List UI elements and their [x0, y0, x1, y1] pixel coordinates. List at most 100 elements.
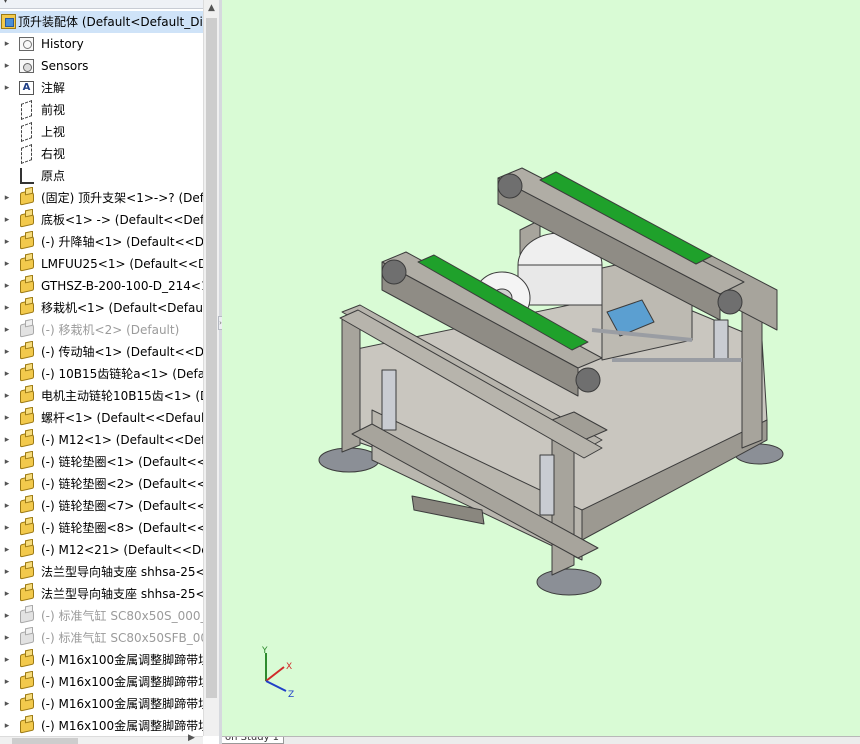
tree-item[interactable]: ▸ 螺杆<1> (Default<<Default>	[0, 407, 203, 429]
tree-item[interactable]: ▸ (-) M12<21> (Default<<Def	[0, 539, 203, 561]
expand-arrow-icon[interactable]: ▸	[2, 187, 12, 209]
hscrollbar-thumb[interactable]	[12, 738, 78, 744]
tree-item-label: (-) 链轮垫圈<2> (Default<<D	[41, 477, 203, 491]
tree-item[interactable]: ▸ 法兰型导向轴支座 shhsa-25<	[0, 583, 203, 605]
part-icon	[18, 497, 36, 514]
sprocket	[381, 259, 407, 285]
expand-arrow-icon[interactable]: ▸	[2, 495, 12, 517]
tree-item[interactable]: ▸ (-) 移栽机<2> (Default)	[0, 319, 203, 341]
tree-item[interactable]: ▸ 法兰型导向轴支座 shhsa-25<	[0, 561, 203, 583]
tree-item[interactable]: ▸ (-) 10B15齿链轮a<1> (Defau	[0, 363, 203, 385]
tree-horizontal-scrollbar[interactable]: ▶	[0, 733, 203, 744]
tree-item[interactable]: ▸ (-) M16x100金属调整脚蹄带垃	[0, 715, 203, 737]
expand-arrow-icon[interactable]: ▸	[2, 319, 12, 341]
expand-arrow-icon[interactable]: ▸	[2, 583, 12, 605]
part-icon	[18, 453, 36, 470]
tree-item[interactable]: ▸ 电机主动链轮10B15齿<1> (D	[0, 385, 203, 407]
tree-item-label: (-) M16x100金属调整脚蹄带垃	[41, 653, 203, 667]
plane-icon	[18, 121, 36, 143]
tree-item[interactable]: ▸ (-) 链轮垫圈<8> (Default<<D	[0, 517, 203, 539]
expand-arrow-icon[interactable]: ▸	[2, 341, 12, 363]
expand-arrow-icon[interactable]: ▸	[2, 55, 12, 77]
expand-arrow-icon[interactable]: ▸	[2, 253, 12, 275]
expand-arrow-icon[interactable]: ▸	[2, 715, 12, 737]
tree-item[interactable]: ▸ (-) 链轮垫圈<1> (Default<<D	[0, 451, 203, 473]
tree-item[interactable]: ▸ (-) 标准气缸 SC80x50S_000_<	[0, 605, 203, 627]
part-icon	[18, 519, 36, 536]
tree-item[interactable]: ▸ (-) 升降轴<1> (Default<<De	[0, 231, 203, 253]
part-icon	[18, 211, 36, 228]
expand-arrow-icon[interactable]: ▸	[2, 33, 12, 55]
tree-item[interactable]: ▸ Sensors	[0, 55, 203, 77]
tree-item[interactable]: ▸ (-) M16x100金属调整脚蹄带垃	[0, 671, 203, 693]
expand-arrow-icon[interactable]: ▸	[2, 297, 12, 319]
tree-filter-bar[interactable]: ▾	[0, 0, 203, 9]
tree-item-label: 移栽机<1> (Default<Default_	[41, 301, 203, 315]
expand-arrow-icon[interactable]: ▸	[2, 539, 12, 561]
tree-item[interactable]: ▸ (-) 链轮垫圈<2> (Default<<D	[0, 473, 203, 495]
part-icon	[18, 563, 36, 580]
part-icon	[18, 607, 36, 624]
tree-item-label: 前视	[41, 103, 66, 117]
expand-arrow-icon[interactable]: ▸	[2, 693, 12, 715]
tree-item[interactable]: ▸ (-) M16x100金属调整脚蹄带垃	[0, 693, 203, 715]
expand-arrow-icon[interactable]: ▸	[2, 77, 12, 99]
tree-item[interactable]: ▸ (-) 标准气缸 SC80x50SFB_000	[0, 627, 203, 649]
tree-item-label: 法兰型导向轴支座 shhsa-25<	[41, 565, 203, 579]
expand-arrow-icon[interactable]: ▸	[2, 473, 12, 495]
tree-item[interactable]: ▸ (固定) 顶升支架<1>->? (Defa	[0, 187, 203, 209]
filter-icon[interactable]: ▾	[3, 0, 8, 6]
expand-arrow-icon[interactable]: ▸	[2, 363, 12, 385]
expand-arrow-icon[interactable]: ▸	[2, 451, 12, 473]
expand-arrow-icon[interactable]: ▸	[2, 605, 12, 627]
expand-arrow-icon[interactable]: ▸	[2, 385, 12, 407]
tree-item-label: (-) 传动轴<1> (Default<<De	[41, 345, 203, 359]
guide-shaft	[539, 454, 555, 516]
tree-vertical-scrollbar[interactable]: ▲	[203, 0, 219, 736]
expand-arrow-icon[interactable]: ▸	[2, 517, 12, 539]
tree-item[interactable]: ▸ LMFUU25<1> (Default<<De	[0, 253, 203, 275]
tree-item[interactable]: ▸ (-) M16x100金属调整脚蹄带垃	[0, 649, 203, 671]
tree-item[interactable]: ▸ A 注解	[0, 77, 203, 99]
tree-list: 顶升装配体 (Default<Default_Dis ▸ History ▸ Sens…	[0, 11, 203, 737]
triad-x-label: X	[286, 662, 292, 672]
study-tab[interactable]: on Study 1	[222, 737, 285, 744]
assembly-model[interactable]	[222, 0, 860, 736]
expand-arrow-icon[interactable]: ▸	[2, 209, 12, 231]
tree-item[interactable]: 右视	[0, 143, 203, 165]
expand-arrow-icon[interactable]: ▸	[2, 627, 12, 649]
tree-item[interactable]: ▸ (-) 传动轴<1> (Default<<De	[0, 341, 203, 363]
orientation-triad[interactable]: Y X Z	[250, 645, 300, 700]
expand-arrow-icon[interactable]: ▸	[2, 671, 12, 693]
part-icon	[18, 255, 36, 272]
graphics-viewport[interactable]: Y X Z	[222, 0, 860, 736]
scroll-up-icon[interactable]: ▲	[204, 0, 219, 16]
scrollbar-thumb[interactable]	[206, 18, 217, 698]
scroll-right-icon[interactable]: ▶	[188, 733, 195, 743]
expand-arrow-icon[interactable]: ▸	[2, 407, 12, 429]
sensors-icon	[18, 58, 36, 74]
tree-root-assembly[interactable]: 顶升装配体 (Default<Default_Dis	[0, 11, 203, 33]
expand-arrow-icon[interactable]: ▸	[2, 649, 12, 671]
tree-item[interactable]: ▸ 底板<1> -> (Default<<Defa	[0, 209, 203, 231]
tree-item[interactable]: ▸ History	[0, 33, 203, 55]
tree-item[interactable]: ▸ (-) 链轮垫圈<7> (Default<<D	[0, 495, 203, 517]
expand-arrow-icon[interactable]: ▸	[2, 275, 12, 297]
tree-item-label: (固定) 顶升支架<1>->? (Defa	[41, 191, 203, 205]
tree-item-label: 电机主动链轮10B15齿<1> (D	[41, 389, 203, 403]
tree-item[interactable]: ▸ 移栽机<1> (Default<Default_	[0, 297, 203, 319]
tree-item[interactable]: 原点	[0, 165, 203, 187]
tree-item[interactable]: ▸ GTHSZ-B-200-100-D_214<1	[0, 275, 203, 297]
expand-arrow-icon[interactable]: ▸	[2, 231, 12, 253]
guide-shaft	[713, 319, 729, 361]
part-icon	[18, 343, 36, 360]
history-icon	[18, 36, 36, 52]
tree-item[interactable]: ▸ (-) M12<1> (Default<<Defa	[0, 429, 203, 451]
part-icon	[18, 233, 36, 250]
triad-z-label: Z	[288, 690, 294, 700]
tree-item[interactable]: 前视	[0, 99, 203, 121]
expand-arrow-icon[interactable]: ▸	[2, 429, 12, 451]
tree-item[interactable]: 上视	[0, 121, 203, 143]
expand-arrow-icon[interactable]: ▸	[2, 561, 12, 583]
tree-item-label: 上视	[41, 125, 66, 139]
